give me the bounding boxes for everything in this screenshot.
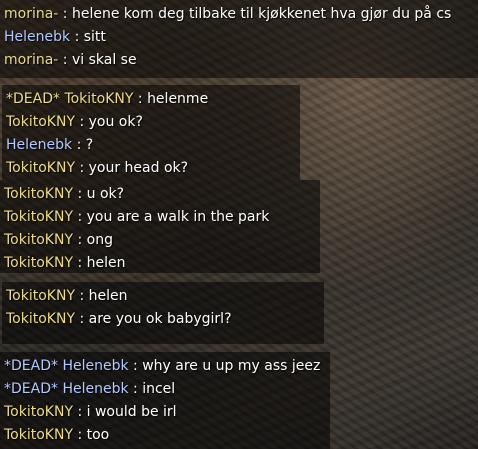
player-name: Helenebk xyxy=(6,137,73,153)
chat-line: TokitoKNY : ong xyxy=(4,232,113,248)
chat-message: are you ok babygirl? xyxy=(88,311,232,327)
chat-message: helen xyxy=(88,288,128,304)
player-name: TokitoKNY xyxy=(4,427,73,443)
chat-line: Helenebk : ? xyxy=(6,137,94,153)
chat-block: TokitoKNY : u ok? TokitoKNY : you are a … xyxy=(0,180,320,273)
dead-prefix: *DEAD* xyxy=(4,358,63,374)
chat-block: morina- : helene kom deg tilbake til kjø… xyxy=(0,0,478,78)
player-name: morina- xyxy=(4,52,59,68)
player-name: TokitoKNY xyxy=(4,209,73,225)
chat-message: you are a walk in the park xyxy=(86,209,270,225)
chat-message: your head ok? xyxy=(88,160,189,176)
player-name: TokitoKNY xyxy=(4,404,73,420)
player-name: TokitoKNY xyxy=(4,232,73,248)
chat-message: you ok? xyxy=(88,114,143,130)
player-name: morina- xyxy=(4,6,59,22)
chat-line: TokitoKNY : are you ok babygirl? xyxy=(6,311,232,327)
chat-message: helene kom deg tilbake til kjøkkenet hva… xyxy=(71,6,452,22)
player-name: Helenebk xyxy=(62,358,129,374)
chat-message: why are u up my ass jeez xyxy=(142,358,321,374)
chat-message: incel xyxy=(142,381,176,397)
player-name: TokitoKNY xyxy=(6,114,75,130)
chat-block: TokitoKNY : helen TokitoKNY : are you ok… xyxy=(2,282,324,344)
chat-message: ? xyxy=(85,137,94,153)
chat-line: *DEAD* TokitoKNY : helenme xyxy=(6,91,209,107)
player-name: Helenebk xyxy=(62,381,129,397)
chat-line: Helenebk : sitt xyxy=(4,29,106,45)
chat-message: vi skal se xyxy=(71,52,137,68)
chat-message: too xyxy=(86,427,110,443)
player-name: TokitoKNY xyxy=(6,311,75,327)
player-name: TokitoKNY xyxy=(4,186,73,202)
chat-line: morina- : helene kom deg tilbake til kjø… xyxy=(4,6,452,22)
player-name: Helenebk xyxy=(4,29,71,45)
chat-line: TokitoKNY : too xyxy=(4,427,110,443)
chat-line: TokitoKNY : your head ok? xyxy=(6,160,189,176)
chat-line: TokitoKNY : helen xyxy=(6,288,128,304)
chat-message: i would be irl xyxy=(86,404,177,420)
dead-prefix: *DEAD* xyxy=(4,381,63,397)
chat-line: *DEAD* Helenebk : why are u up my ass je… xyxy=(4,358,321,374)
chat-block: *DEAD* Helenebk : why are u up my ass je… xyxy=(0,352,330,449)
player-name: TokitoKNY xyxy=(64,91,134,107)
chat-line: morina- : vi skal se xyxy=(4,52,137,68)
chat-line: TokitoKNY : you are a walk in the park xyxy=(4,209,270,225)
chat-message: helenme xyxy=(147,91,209,107)
player-name: TokitoKNY xyxy=(4,255,73,271)
player-name: TokitoKNY xyxy=(6,288,75,304)
chat-message: helen xyxy=(86,255,126,271)
chat-message: u ok? xyxy=(86,186,125,202)
chat-message: sitt xyxy=(83,29,106,45)
chat-line: TokitoKNY : you ok? xyxy=(6,114,143,130)
chat-line: *DEAD* Helenebk : incel xyxy=(4,381,176,397)
chat-line: TokitoKNY : i would be irl xyxy=(4,404,177,420)
chat-message: ong xyxy=(86,232,113,248)
chat-block: *DEAD* TokitoKNY : helenme TokitoKNY : y… xyxy=(2,85,300,180)
dead-prefix: *DEAD* xyxy=(6,91,65,107)
chat-line: TokitoKNY : helen xyxy=(4,255,126,271)
chat-line: TokitoKNY : u ok? xyxy=(4,186,125,202)
player-name: TokitoKNY xyxy=(6,160,75,176)
